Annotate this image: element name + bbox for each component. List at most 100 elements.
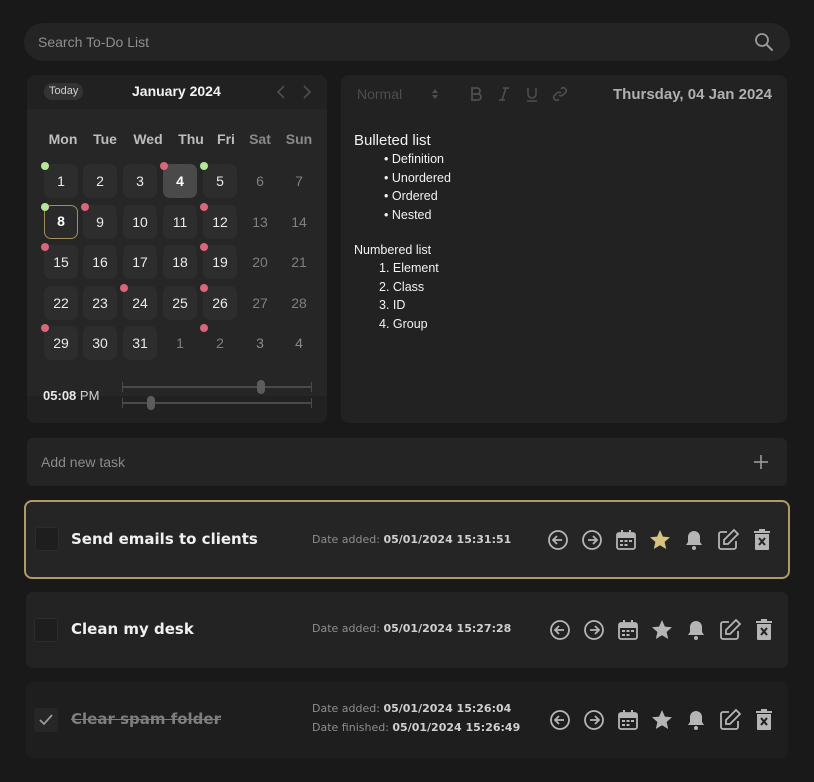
bell-icon[interactable] (682, 528, 706, 552)
delete-icon[interactable] (750, 528, 774, 552)
date-added-value: 05/01/2024 15:26:04 (383, 702, 512, 715)
search-input[interactable] (38, 23, 738, 61)
date-added-label: Date added: (312, 533, 380, 546)
bold-icon[interactable] (468, 86, 484, 102)
calendar-day[interactable]: 11 (163, 205, 197, 239)
pending-task-dot (200, 243, 208, 251)
calendar-day[interactable]: 25 (163, 286, 197, 320)
bell-icon[interactable] (684, 708, 708, 732)
calendar-day-next-month[interactable]: 4 (282, 326, 316, 360)
calendar-day[interactable]: 23 (83, 286, 117, 320)
calendar-day[interactable]: 30 (83, 326, 117, 360)
calendar-icon[interactable] (616, 618, 640, 642)
search-bar (24, 23, 790, 61)
list-item: 2. Class (379, 279, 425, 294)
star-icon-active[interactable] (648, 528, 672, 552)
edit-icon[interactable] (718, 618, 742, 642)
select-arrows-icon[interactable] (431, 87, 439, 101)
star-icon[interactable] (650, 618, 674, 642)
calendar-day-next-month[interactable]: 1 (163, 326, 197, 360)
calendar-day[interactable]: 15 (44, 245, 78, 279)
calendar-day[interactable]: 21 (282, 245, 316, 279)
task-checkbox[interactable] (35, 527, 59, 551)
calendar-day[interactable]: 18 (163, 245, 197, 279)
calendar-day[interactable]: 29 (44, 326, 78, 360)
next-month-button[interactable] (300, 84, 314, 100)
move-left-icon[interactable] (548, 618, 572, 642)
move-left-icon[interactable] (548, 708, 572, 732)
calendar-icon[interactable] (614, 528, 638, 552)
underline-icon[interactable] (524, 86, 540, 102)
calendar-day[interactable]: 7 (282, 164, 316, 198)
calendar-day[interactable]: 14 (282, 205, 316, 239)
prev-month-button[interactable] (275, 84, 289, 100)
calendar-day[interactable]: 1 (44, 164, 78, 198)
task-title: Send emails to clients (71, 530, 258, 548)
bell-icon[interactable] (684, 618, 708, 642)
task-item: Send emails to clients Date added: 05/01… (24, 500, 790, 579)
calendar-day[interactable]: 26 (203, 286, 237, 320)
edit-icon[interactable] (718, 708, 742, 732)
calendar-icon[interactable] (616, 708, 640, 732)
calendar-day[interactable]: 12 (203, 205, 237, 239)
calendar-day[interactable]: 3 (123, 164, 157, 198)
minute-slider[interactable] (122, 396, 312, 410)
task-item-completed: Clear spam folder Date added: 05/01/2024… (26, 682, 788, 758)
hour-slider[interactable] (122, 380, 312, 394)
move-right-icon[interactable] (582, 708, 606, 732)
move-right-icon[interactable] (582, 618, 606, 642)
star-icon[interactable] (650, 708, 674, 732)
time-minutes: 08 (61, 388, 77, 403)
numbered-list-heading: Numbered list (354, 243, 432, 257)
calendar-day-selected[interactable]: 4 (163, 164, 197, 198)
calendar-day[interactable]: 2 (83, 164, 117, 198)
list-item: Definition (384, 150, 774, 169)
pending-task-dot (200, 284, 208, 292)
task-date-finished: Date finished: 05/01/2024 15:26:49 (312, 721, 520, 734)
task-actions (546, 528, 772, 552)
calendar-day[interactable]: 13 (243, 205, 277, 239)
move-right-icon[interactable] (580, 528, 604, 552)
calendar-day[interactable]: 10 (123, 205, 157, 239)
italic-icon[interactable] (496, 86, 512, 102)
search-icon[interactable] (754, 32, 774, 52)
calendar-day[interactable]: 22 (44, 286, 78, 320)
pending-task-dot (200, 203, 208, 211)
month-title: January 2024 (132, 83, 221, 99)
link-icon[interactable] (552, 86, 568, 102)
date-added-label: Date added: (312, 702, 380, 715)
calendar-day[interactable]: 19 (203, 245, 237, 279)
calendar-day-next-month[interactable]: 3 (243, 326, 277, 360)
calendar-day-today[interactable]: 8 (44, 205, 78, 239)
note-editor: Normal Thursday, 04 Jan 2024 Bulleted li… (341, 75, 787, 423)
calendar-day[interactable]: 17 (123, 245, 157, 279)
task-item: Clean my desk Date added: 05/01/2024 15:… (26, 592, 788, 668)
today-button[interactable]: Today (44, 83, 84, 100)
calendar-day-next-month[interactable]: 2 (203, 326, 237, 360)
calendar-day[interactable]: 24 (123, 286, 157, 320)
delete-icon[interactable] (752, 708, 776, 732)
list-item: 4. Group (379, 316, 428, 331)
pending-task-dot (41, 243, 49, 251)
calendar-day[interactable]: 6 (243, 164, 277, 198)
list-item: Nested (384, 206, 774, 225)
delete-icon[interactable] (752, 618, 776, 642)
task-checkbox[interactable] (34, 618, 58, 642)
edit-icon[interactable] (716, 528, 740, 552)
calendar-day[interactable]: 27 (243, 286, 277, 320)
calendar-day[interactable]: 20 (243, 245, 277, 279)
calendar-day[interactable]: 16 (83, 245, 117, 279)
task-checkbox-checked[interactable] (34, 708, 58, 732)
add-task-input[interactable] (41, 438, 721, 486)
calendar-day[interactable]: 31 (123, 326, 157, 360)
hour-slider-thumb[interactable] (257, 380, 265, 394)
minute-slider-thumb[interactable] (147, 396, 155, 410)
calendar-day[interactable]: 28 (282, 286, 316, 320)
format-select[interactable]: Normal (357, 86, 442, 102)
task-title: Clean my desk (71, 620, 194, 638)
calendar-day[interactable]: 5 (203, 164, 237, 198)
editor-content[interactable]: Bulleted list Definition Unordered Order… (354, 132, 774, 333)
plus-icon[interactable] (753, 454, 769, 470)
calendar-day[interactable]: 9 (83, 205, 117, 239)
move-left-icon[interactable] (546, 528, 570, 552)
